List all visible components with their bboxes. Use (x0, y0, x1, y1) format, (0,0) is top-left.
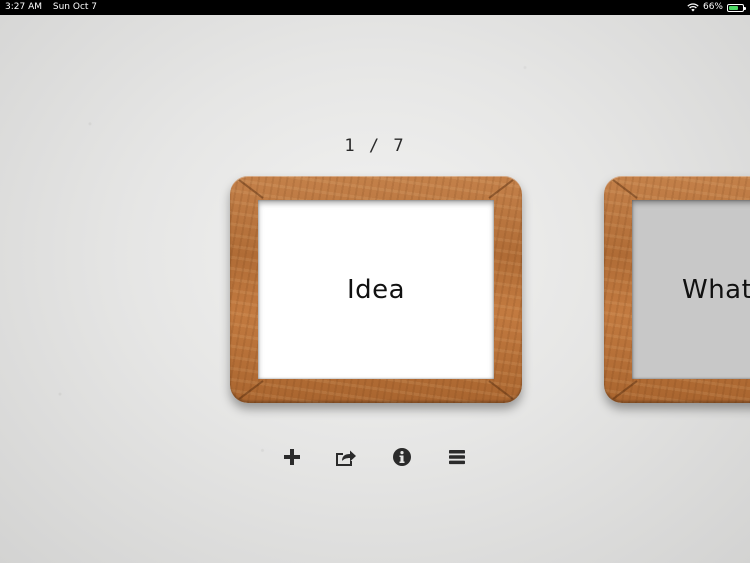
board-label: What's (682, 274, 750, 305)
battery-icon (727, 3, 746, 12)
toolbar (0, 442, 750, 472)
plus-icon (284, 449, 300, 465)
share-button[interactable] (331, 442, 361, 472)
board-label: Idea (346, 274, 406, 305)
battery-fill (729, 5, 738, 10)
page-counter: 1 / 7 (344, 136, 406, 156)
menu-icon (449, 450, 465, 465)
status-right: 66% (687, 0, 746, 15)
frame-joint (238, 179, 264, 199)
frame-joint (612, 179, 638, 199)
board-next[interactable]: What's (604, 176, 750, 403)
menu-button[interactable] (442, 442, 472, 472)
frame-joint (612, 380, 638, 400)
board-surface: Idea (258, 200, 494, 379)
status-time: 3:27 AM (5, 2, 42, 12)
frame-joint (488, 179, 514, 199)
info-button[interactable] (387, 442, 417, 472)
frame-joint (488, 380, 514, 400)
info-icon (393, 448, 411, 466)
screen: 3:27 AM Sun Oct 7 66% 1 / 7 Idea What (0, 0, 750, 563)
battery-percent: 66% (702, 2, 723, 12)
board-idea[interactable]: Idea (230, 176, 522, 403)
share-icon (336, 450, 356, 466)
status-left: 3:27 AM Sun Oct 7 (5, 0, 105, 15)
frame-joint (238, 380, 264, 400)
status-date: Sun Oct 7 (52, 2, 98, 12)
status-bar: 3:27 AM Sun Oct 7 66% (0, 0, 750, 15)
wifi-icon (687, 3, 699, 12)
add-button[interactable] (277, 442, 307, 472)
board-surface: What's (632, 200, 750, 379)
